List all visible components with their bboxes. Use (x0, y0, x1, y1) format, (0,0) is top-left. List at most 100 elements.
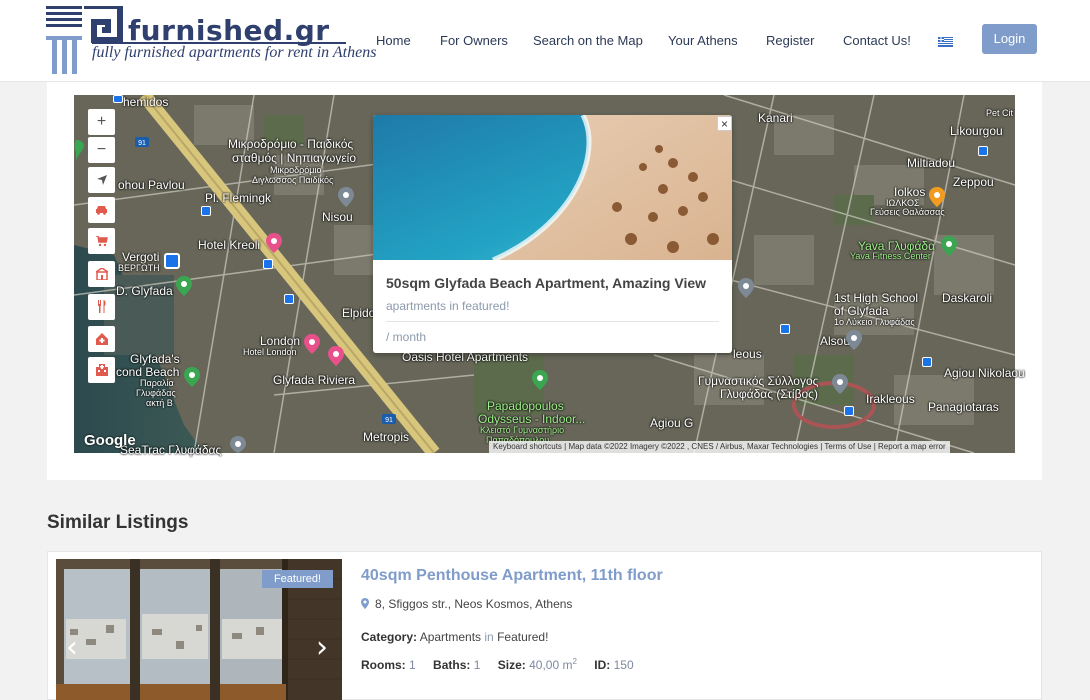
bus-stop-icon[interactable] (164, 253, 180, 269)
map-label: D. Glyfada (116, 284, 173, 298)
place-marker-icon[interactable] (738, 278, 754, 298)
health-filter-button[interactable] (88, 326, 115, 352)
map-label: Διγλωσσος Παιδικός (252, 175, 334, 185)
map-label: Metropis (363, 430, 410, 444)
category-value[interactable]: Apartments (420, 630, 481, 644)
zoom-in-button[interactable]: + (88, 109, 115, 135)
restaurant-filter-button[interactable] (88, 294, 115, 320)
rooms-value: 1 (409, 658, 416, 672)
map-label: Kanari (758, 111, 793, 125)
zoom-out-button[interactable]: − (88, 137, 115, 163)
hotel-marker-icon[interactable] (328, 346, 344, 366)
map-label: σταθμός | Νηπιαγωγείο (232, 151, 357, 165)
map-label: Pet Cit (986, 108, 1014, 118)
park-marker-icon[interactable] (532, 370, 548, 390)
place-marker-icon[interactable] (832, 374, 848, 394)
featured-badge: Featured! (262, 570, 333, 588)
hospital-filter-button[interactable] (88, 357, 115, 383)
map-label: Hotel Kreoli (198, 238, 261, 252)
listing-info-window[interactable]: × 50sqm Glyfada Beach Apartment, Amazing… (373, 115, 732, 353)
close-popup-button[interactable]: × (717, 116, 732, 131)
bus-stop-icon[interactable] (201, 206, 211, 216)
transport-filter-button[interactable] (88, 197, 115, 223)
school-icon (95, 267, 108, 281)
education-filter-button[interactable] (88, 261, 115, 287)
map-label: hemidos (123, 95, 169, 109)
bus-stop-icon[interactable] (284, 294, 294, 304)
park-marker-icon[interactable] (941, 236, 957, 256)
size-label: Size: (497, 658, 526, 672)
map-label: Miltiadou (907, 156, 956, 170)
navigation-arrow-icon (96, 175, 107, 185)
locate-button[interactable] (88, 167, 115, 193)
map-label: Likourgou (950, 124, 1003, 138)
map-label: Κλειστό Γυμναστήριο (480, 425, 565, 435)
nav-contact[interactable]: Contact Us! (843, 33, 911, 48)
size-value: 40,00 m (529, 658, 573, 672)
restaurant-marker-icon[interactable] (929, 187, 945, 207)
listing-title[interactable]: 40sqm Penthouse Apartment, 11th floor (361, 567, 663, 585)
popup-divider (386, 321, 719, 322)
nav-your-athens[interactable]: Your Athens (668, 33, 738, 48)
map-label: Pl. Flemingk (205, 191, 272, 205)
svg-text:91: 91 (385, 417, 393, 424)
popup-listing-category: apartments in featured! (386, 299, 510, 313)
listing-category: Category: Apartments in Featured! (361, 630, 548, 644)
id-value: 150 (613, 658, 634, 672)
bus-stop-icon[interactable] (844, 406, 854, 416)
bus-stop-icon[interactable] (922, 357, 932, 367)
map-label: Nisou (322, 210, 353, 224)
map-attribution[interactable]: Keyboard shortcuts | Map data ©2022 Imag… (489, 441, 950, 453)
road-91-shield-icon: 91 (382, 414, 396, 424)
place-marker-icon[interactable] (230, 436, 246, 453)
map-label: Iolkos (894, 185, 926, 199)
map-label: Παραλία (140, 378, 174, 388)
park-marker-icon[interactable] (184, 367, 200, 387)
map-label: Μικροδρόμιο (270, 165, 322, 175)
map-label: Yava Fitness Center (850, 251, 931, 261)
place-marker-icon[interactable] (338, 187, 354, 207)
map-label: Irakleous (866, 392, 915, 406)
map-label: Panagiotaras (928, 400, 999, 414)
baths-label: Baths: (433, 658, 471, 672)
map-label: Odysseus - Indoor... (478, 412, 586, 426)
greek-flag-icon[interactable] (938, 37, 953, 47)
park-marker-icon[interactable] (74, 140, 84, 160)
hotel-marker-icon[interactable] (304, 334, 320, 354)
nav-register[interactable]: Register (766, 33, 814, 48)
map-label: Agiou Nikolaou (944, 366, 1025, 380)
map-label: Γυμναστικός Σύλλογος (698, 374, 819, 388)
chevron-left-icon[interactable]: ‹ (66, 630, 78, 665)
map-label: cond Beach (116, 365, 180, 379)
park-marker-icon[interactable] (176, 276, 192, 296)
nav-search-map[interactable]: Search on the Map (533, 33, 643, 48)
nav-for-owners[interactable]: For Owners (440, 33, 508, 48)
bus-stop-icon[interactable] (780, 324, 790, 334)
listing-specs: Rooms: 1 Baths: 1 Size: 40,00 m2 ID: 150 (361, 657, 648, 672)
shopping-filter-button[interactable] (88, 228, 115, 254)
fork-knife-icon (97, 300, 106, 313)
popup-listing-title[interactable]: 50sqm Glyfada Beach Apartment, Amazing V… (386, 275, 706, 291)
id-label: ID: (594, 658, 611, 672)
car-icon (96, 206, 107, 215)
map-label: 1ο Λύκειο Γλυφάδας (834, 317, 915, 327)
school-marker-icon[interactable] (846, 330, 862, 350)
listing-address-text: 8, Sfiggos str., Neos Kosmos, Athens (375, 597, 573, 611)
category-label: Category: (361, 630, 418, 644)
map-label: ΒΕΡΓΩΤΗ (118, 263, 160, 273)
popup-listing-price: / month (386, 330, 427, 344)
hotel-marker-icon[interactable] (266, 233, 282, 253)
nav-home[interactable]: Home (376, 33, 411, 48)
bus-stop-icon[interactable] (263, 259, 273, 269)
listing-photo-beach[interactable] (373, 115, 732, 260)
bus-stop-icon[interactable] (113, 95, 123, 103)
login-button[interactable]: Login (982, 24, 1037, 54)
bus-stop-icon[interactable] (978, 146, 988, 156)
map-label: Glyfada Riviera (273, 373, 356, 387)
category-group[interactable]: Featured! (497, 630, 548, 644)
map-label: Μικροδρόμιο - Παιδικός (228, 137, 354, 151)
similar-listings-heading: Similar Listings (47, 512, 189, 533)
chevron-right-icon[interactable]: › (316, 630, 328, 665)
hospital-icon (95, 364, 108, 376)
map-label: 1st High School (834, 291, 919, 305)
